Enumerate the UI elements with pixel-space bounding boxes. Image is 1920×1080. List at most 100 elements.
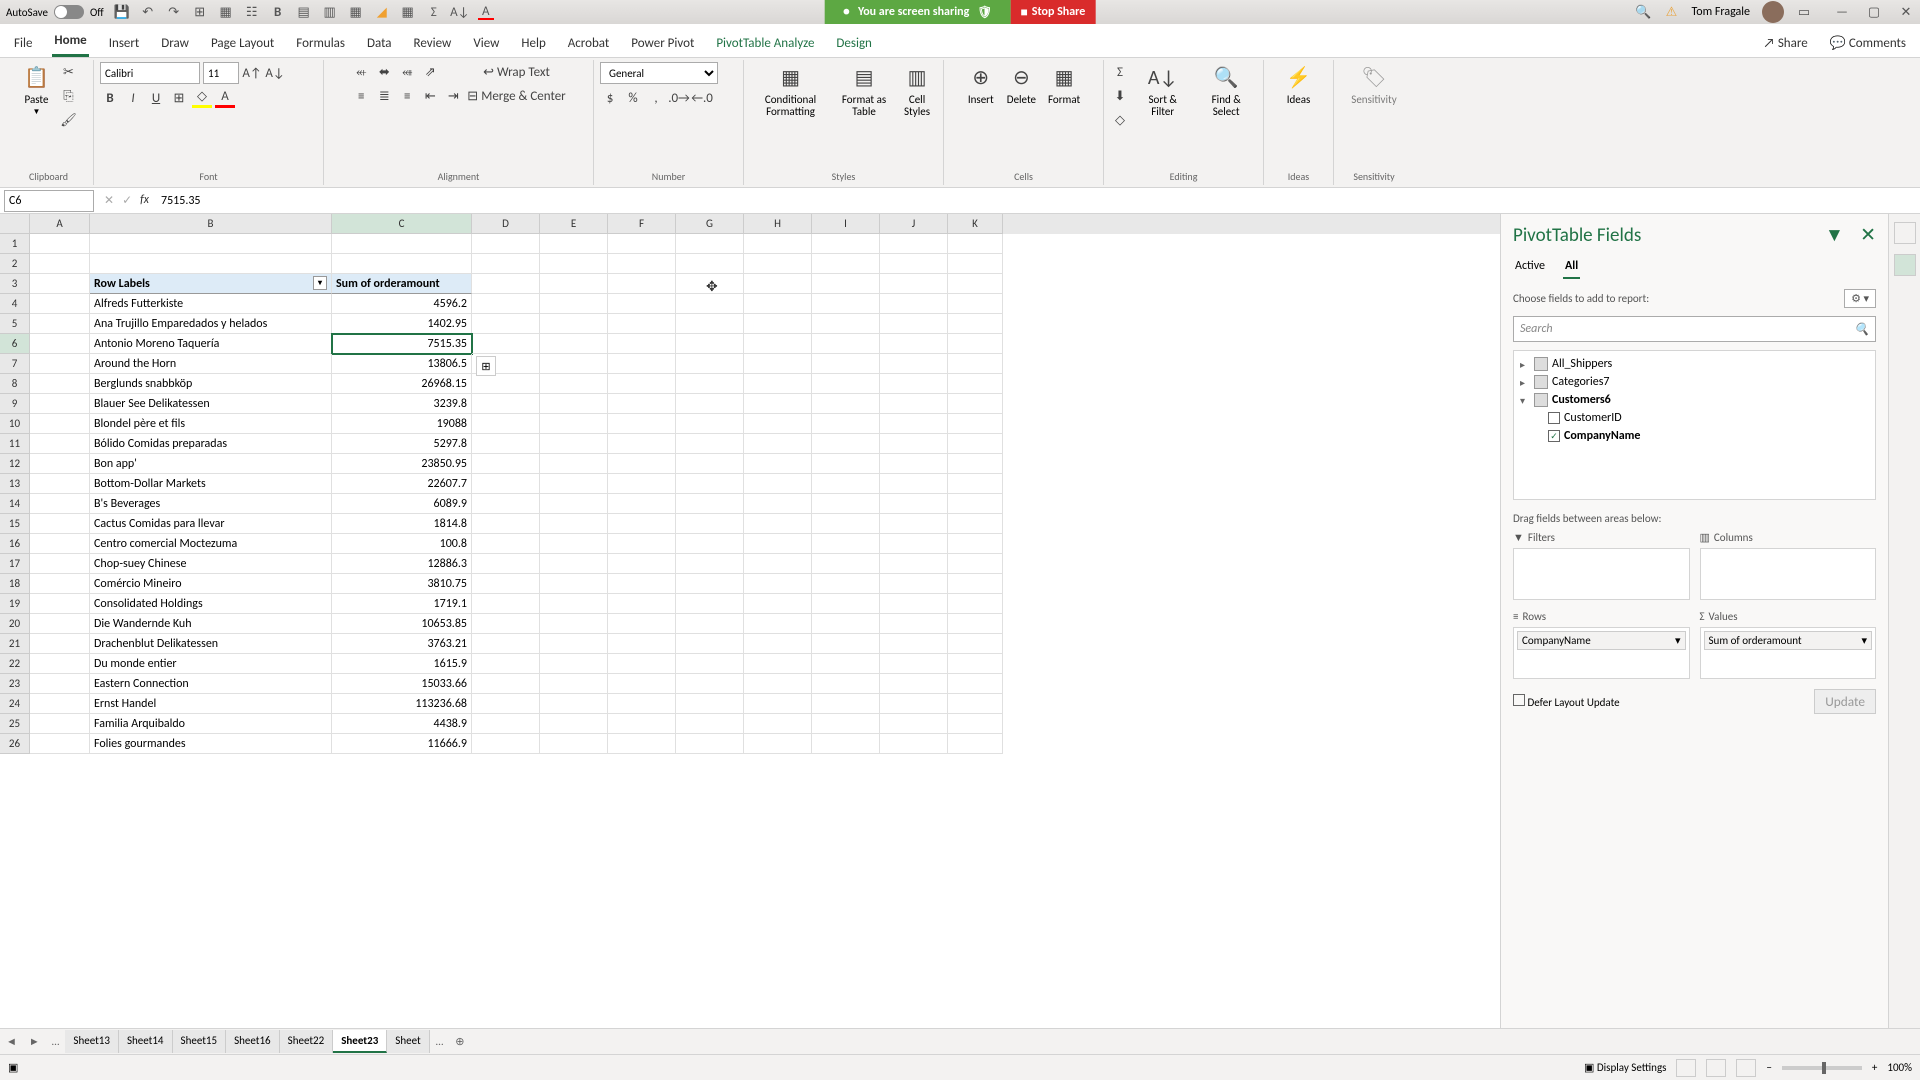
cell[interactable] (812, 314, 880, 334)
select-all-corner[interactable] (0, 214, 30, 234)
row-header[interactable]: 9 (0, 394, 30, 414)
cell[interactable] (812, 374, 880, 394)
cell[interactable] (676, 654, 744, 674)
page-break-icon[interactable] (1736, 1059, 1756, 1077)
cell[interactable] (30, 734, 90, 754)
cell[interactable] (676, 534, 744, 554)
row-header[interactable]: 25 (0, 714, 30, 734)
cell[interactable] (812, 574, 880, 594)
row-header[interactable]: 16 (0, 534, 30, 554)
cell[interactable]: 13806.5 (332, 354, 472, 374)
qat-icon[interactable]: ⊞ (192, 4, 208, 20)
cell[interactable] (744, 514, 812, 534)
cell[interactable] (472, 694, 540, 714)
avatar[interactable] (1762, 1, 1784, 23)
align-bottom-icon[interactable]: ⬵ (397, 62, 417, 82)
cell[interactable] (812, 494, 880, 514)
cell[interactable] (540, 714, 608, 734)
cell[interactable] (948, 634, 1003, 654)
font-color-icon[interactable]: A (215, 88, 235, 108)
filter-dropdown-icon[interactable]: ▾ (313, 276, 327, 290)
column-header[interactable]: A (30, 214, 90, 234)
cell[interactable] (540, 294, 608, 314)
paste-button[interactable]: 📋 Paste ▼ (19, 62, 55, 119)
expand-icon[interactable]: ▾ (1520, 394, 1530, 407)
cell[interactable] (30, 694, 90, 714)
cell[interactable]: Row Labels▾ (90, 274, 332, 294)
sort-filter-button[interactable]: A↓Sort & Filter (1134, 62, 1191, 120)
cell[interactable] (540, 614, 608, 634)
sheet-next-icon[interactable]: ► (23, 1035, 46, 1048)
tab-draw[interactable]: Draw (159, 30, 191, 57)
tab-design[interactable]: Design (834, 30, 873, 57)
cell[interactable] (812, 234, 880, 254)
format-as-table-button[interactable]: ▤Format as Table (835, 62, 893, 120)
cell[interactable] (608, 474, 676, 494)
cell[interactable] (30, 714, 90, 734)
cell[interactable] (608, 494, 676, 514)
cell[interactable] (812, 634, 880, 654)
cell[interactable] (676, 374, 744, 394)
cell[interactable]: Blondel père et fils (90, 414, 332, 434)
cell[interactable] (676, 414, 744, 434)
tab-data[interactable]: Data (365, 30, 394, 57)
sheet-tab[interactable]: Sheet23 (333, 1030, 387, 1053)
maximize-icon[interactable]: ▢ (1866, 4, 1882, 20)
row-header[interactable]: 5 (0, 314, 30, 334)
zoom-level[interactable]: 100% (1887, 1061, 1912, 1074)
column-header[interactable]: I (812, 214, 880, 234)
cell[interactable] (744, 414, 812, 434)
cell[interactable] (948, 334, 1003, 354)
values-chip[interactable]: Sum of orderamount▾ (1704, 631, 1873, 650)
cell[interactable] (812, 254, 880, 274)
align-center-icon[interactable]: ≣ (374, 86, 394, 106)
cell[interactable]: Comércio Mineiro (90, 574, 332, 594)
cell[interactable] (540, 394, 608, 414)
cell[interactable] (472, 674, 540, 694)
cell[interactable] (880, 734, 948, 754)
cell[interactable] (676, 434, 744, 454)
border-icon[interactable]: ⊞ (169, 88, 189, 108)
cell[interactable] (540, 414, 608, 434)
cell[interactable] (30, 254, 90, 274)
cell[interactable] (472, 314, 540, 334)
cell[interactable] (472, 294, 540, 314)
cell[interactable]: 1719.1 (332, 594, 472, 614)
tab-active[interactable]: Active (1513, 255, 1547, 279)
increase-decimal-icon[interactable]: .0→ (669, 88, 689, 108)
cell[interactable] (332, 254, 472, 274)
cell[interactable] (540, 474, 608, 494)
cell[interactable] (880, 594, 948, 614)
row-header[interactable]: 11 (0, 434, 30, 454)
formula-input[interactable]: 7515.35 (155, 194, 1920, 208)
cell[interactable] (30, 394, 90, 414)
cell[interactable] (812, 294, 880, 314)
cell[interactable] (880, 274, 948, 294)
tab-review[interactable]: Review (412, 30, 454, 57)
sheet-tab[interactable]: Sheet22 (280, 1030, 334, 1053)
cancel-icon[interactable]: ✕ (104, 193, 114, 208)
save-icon[interactable]: 💾 (114, 4, 130, 20)
cell[interactable]: 10653.85 (332, 614, 472, 634)
cell[interactable] (880, 494, 948, 514)
cell[interactable] (948, 594, 1003, 614)
cell[interactable] (948, 414, 1003, 434)
number-format-select[interactable]: General (600, 62, 718, 84)
cell[interactable] (948, 614, 1003, 634)
row-header[interactable]: 6 (0, 334, 30, 354)
tab-help[interactable]: Help (519, 30, 547, 57)
cell[interactable] (880, 334, 948, 354)
cell[interactable] (30, 274, 90, 294)
field-table[interactable]: ▸All_Shippers (1514, 355, 1875, 373)
checkbox[interactable] (1548, 412, 1560, 424)
cell[interactable] (608, 734, 676, 754)
cell[interactable] (812, 534, 880, 554)
cell[interactable] (608, 594, 676, 614)
tab-pivottable-analyze[interactable]: PivotTable Analyze (714, 30, 816, 57)
column-header[interactable]: H (744, 214, 812, 234)
cell[interactable] (948, 494, 1003, 514)
cell[interactable] (472, 614, 540, 634)
wrap-text-button[interactable]: ↩ Wrap Text (467, 62, 565, 82)
cell[interactable] (472, 254, 540, 274)
cell[interactable]: 3810.75 (332, 574, 472, 594)
